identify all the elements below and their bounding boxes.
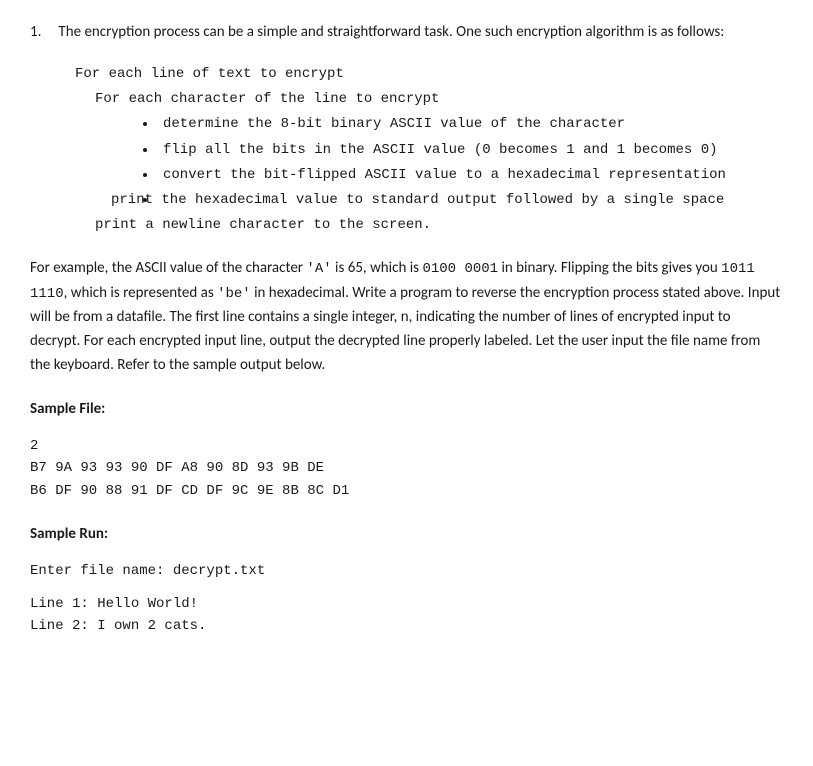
sample-file-line: B6 DF 90 88 91 DF CD DF 9C 9E 8B 8C D1 bbox=[30, 480, 783, 502]
body-paragraph: For example, the ASCII value of the char… bbox=[30, 256, 783, 377]
algo-bullet: determine the 8-bit binary ASCII value o… bbox=[157, 112, 783, 137]
body-text: in binary. Flipping the bits gives you bbox=[498, 259, 721, 277]
algo-bullet: convert the bit-flipped ASCII value to a… bbox=[157, 163, 783, 188]
problem-number: 1. bbox=[30, 20, 55, 44]
blank-line bbox=[30, 583, 783, 593]
body-text: For example, the ASCII value of the char… bbox=[30, 259, 306, 277]
algorithm-block: For each line of text to encrypt For eac… bbox=[75, 62, 783, 238]
inline-code: 'A' bbox=[306, 261, 331, 277]
algo-bullets: determine the 8-bit binary ASCII value o… bbox=[75, 112, 783, 213]
inline-code: 'be' bbox=[217, 286, 251, 302]
sample-file-line: 2 bbox=[30, 435, 783, 457]
body-text: , which is represented as bbox=[64, 284, 217, 302]
algo-line-2: For each character of the line to encryp… bbox=[95, 87, 783, 112]
sample-run-line: Enter file name: decrypt.txt bbox=[30, 560, 783, 582]
sample-file-line: B7 9A 93 93 90 DF A8 90 8D 93 9B DE bbox=[30, 457, 783, 479]
sample-run-label: Sample Run: bbox=[30, 522, 783, 546]
sample-run-line: Line 2: I own 2 cats. bbox=[30, 615, 783, 637]
algo-line-1: For each line of text to encrypt bbox=[75, 62, 783, 87]
inline-code: 0100 0001 bbox=[422, 261, 498, 277]
body-text: is 65, which is bbox=[332, 259, 423, 277]
sample-run-line: Line 1: Hello World! bbox=[30, 593, 783, 615]
algo-line-last: print a newline character to the screen. bbox=[95, 213, 783, 238]
sample-file-label: Sample File: bbox=[30, 397, 783, 421]
algo-bullet: flip all the bits in the ASCII value (0 … bbox=[157, 138, 783, 163]
sample-run-block: Enter file name: decrypt.txt Line 1: Hel… bbox=[30, 560, 783, 637]
problem-intro: The encryption process can be a simple a… bbox=[58, 20, 781, 44]
problem-container: 1. The encryption process can be a simpl… bbox=[30, 20, 783, 44]
sample-file-block: 2 B7 9A 93 93 90 DF A8 90 8D 93 9B DE B6… bbox=[30, 435, 783, 502]
algo-bullet: print the hexadecimal value to standard … bbox=[157, 188, 783, 213]
